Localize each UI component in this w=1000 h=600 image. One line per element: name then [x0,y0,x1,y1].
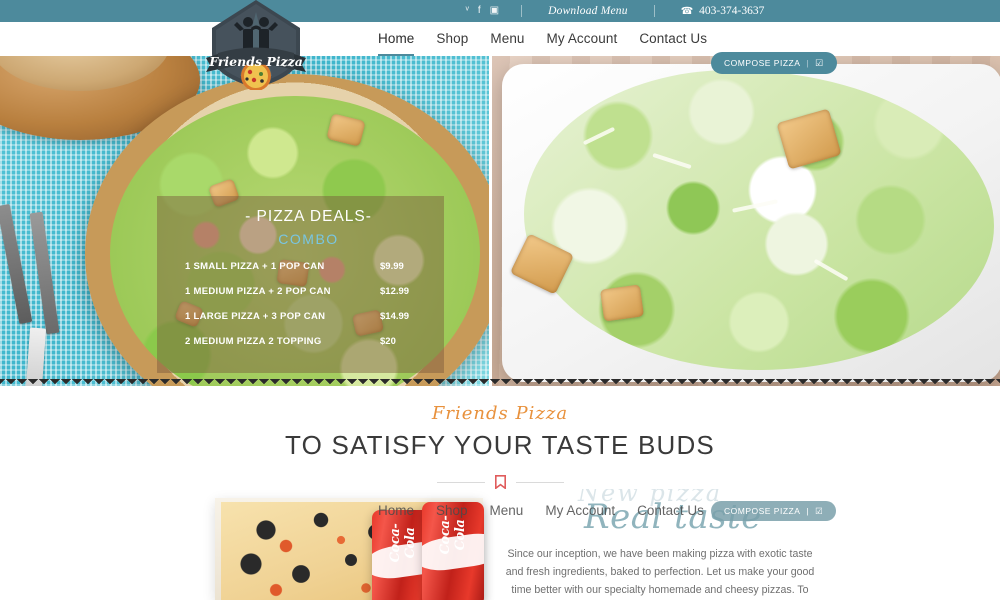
overlay-compose-divider: | [806,506,810,516]
phone-icon: ☎ [680,5,694,17]
social-links: ᵛ f ▣ [466,6,521,16]
deal-price: $20 [380,336,396,347]
overlay-compose-label: COMPOSE PIZZA [724,506,801,516]
deal-price: $9.99 [380,261,404,272]
deal-name: 2 MEDIUM PIZZA 2 TOPPING [185,336,322,347]
white-plate [502,64,1000,382]
deals-subtitle: COMBO [278,231,339,247]
logo-ribbon-text: Friends Pizza [208,54,303,69]
compose-button-divider: | [806,58,810,68]
top-utility-bar: ᵛ f ▣ Download Menu ☎ 403-374-3637 [0,0,1000,22]
nav-item-my-account[interactable]: My Account [547,31,618,48]
deal-row: 1 MEDIUM PIZZA + 2 POP CAN $12.99 [185,286,432,297]
divider-line-right [515,481,564,483]
caesar-salad [524,70,994,370]
zigzag-divider [0,379,1000,389]
nav-item-shop[interactable]: Shop [436,31,468,48]
nav-item-menu[interactable]: Menu [490,31,524,48]
title-divider [0,475,1000,489]
overlay-nav-item-my-account[interactable]: My Account [545,503,615,518]
site-header: Home Shop Menu My Account Contact Us COM… [0,22,1000,74]
site-logo[interactable]: Friends Pizza [196,0,316,91]
deal-row: 1 LARGE PIZZA + 3 POP CAN $14.99 [185,311,432,322]
deal-row: 2 MEDIUM PIZZA 2 TOPPING $20 [185,336,432,347]
compose-pizza-button[interactable]: COMPOSE PIZZA | ☑ [711,52,837,74]
deal-row: 1 SMALL PIZZA + 1 POP CAN $9.99 [185,261,432,272]
nav-item-contact-us[interactable]: Contact Us [639,31,707,48]
about-paragraph: Since our inception, we have been making… [505,548,815,597]
pizza-deals-panel: - PIZZA DEALS- COMBO 1 SMALL PIZZA + 1 P… [157,196,444,373]
compose-pizza-label: COMPOSE PIZZA [724,58,801,68]
deal-name: 1 SMALL PIZZA + 1 POP CAN [185,261,325,272]
compose-checkbox-icon: ☑ [815,57,824,68]
page-title: TO SATISFY YOUR TASTE BUDS [285,430,715,460]
deal-name: 1 MEDIUM PIZZA + 2 POP CAN [185,286,331,297]
overlay-nav-item-contact-us[interactable]: Contact Us [637,503,704,518]
divider-line-left [436,481,485,483]
nav-item-home[interactable]: Home [378,31,415,56]
phone-number[interactable]: ☎ 403-374-3637 [655,5,765,17]
overlay-compose-checkbox-icon: ☑ [815,505,824,516]
page-root: ᵛ f ▣ Download Menu ☎ 403-374-3637 Home … [0,0,1000,600]
can-brand-label: Coca-Cola [388,523,418,563]
overlay-nav-item-shop[interactable]: Shop [436,503,468,518]
deal-name: 1 LARGE PIZZA + 3 POP CAN [185,311,326,322]
top-bar-content: ᵛ f ▣ Download Menu ☎ 403-374-3637 [466,5,765,17]
overlay-nav-item-menu[interactable]: Menu [490,503,524,518]
twitter-icon[interactable]: ᵛ [466,6,469,16]
download-menu-link[interactable]: Download Menu [522,5,654,17]
hero-banner: - PIZZA DEALS- COMBO 1 SMALL PIZZA + 1 P… [0,56,1000,386]
overlay-compose-pizza-button[interactable]: COMPOSE PIZZA | ☑ [711,501,837,521]
logo-badge-icon: Friends Pizza [206,0,306,91]
phone-number-text: 403-374-3637 [699,5,765,17]
overlay-nav-item-home[interactable]: Home [378,503,414,518]
facebook-icon[interactable]: f [478,6,481,16]
main-navigation: Home Shop Menu My Account Contact Us [378,22,707,56]
section-script-title: Friends Pizza [431,403,569,424]
crouton [599,283,645,322]
overlay-navigation: Home Shop Menu My Account Contact Us [378,503,704,518]
deal-price: $12.99 [380,286,410,297]
instagram-icon[interactable]: ▣ [490,6,499,16]
bookmark-icon [494,475,506,489]
deals-title: - PIZZA DEALS- [245,208,372,225]
deal-price: $14.99 [380,311,410,322]
hero-image-right [489,56,1000,386]
